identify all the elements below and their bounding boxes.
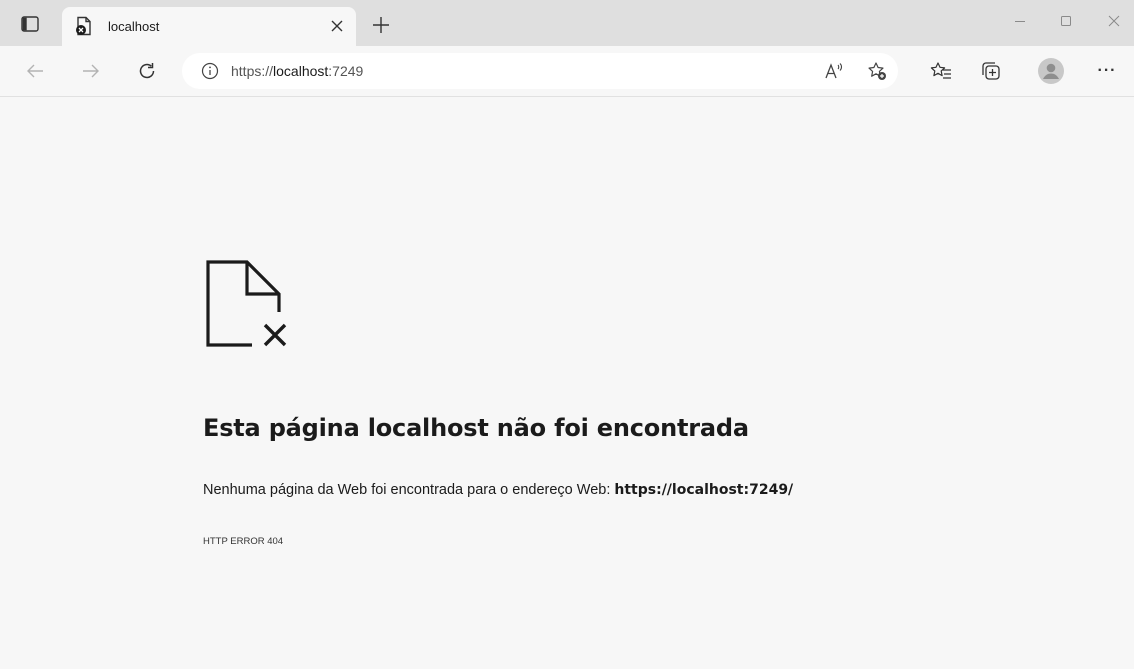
favorites-icon [930, 62, 951, 79]
info-icon [201, 62, 219, 80]
refresh-button[interactable] [132, 56, 162, 86]
page-error-favicon [76, 16, 91, 36]
page-not-found-icon [206, 260, 287, 347]
read-aloud-icon [825, 63, 843, 79]
error-description-prefix: Nenhuma página da Web foi encontrada par… [203, 482, 615, 498]
active-tab[interactable]: localhost [62, 7, 356, 46]
url-text[interactable]: https://localhost:7249 [231, 63, 363, 79]
collections-icon [982, 62, 1000, 80]
minimize-button[interactable] [1000, 6, 1040, 36]
refresh-icon [139, 63, 155, 79]
error-description-url: https://localhost:7249/ [614, 482, 794, 498]
tab-actions-icon [21, 16, 39, 32]
tab-title: localhost [108, 19, 160, 34]
tab-close-button[interactable] [324, 13, 350, 39]
maximize-icon [1061, 16, 1071, 26]
maximize-button[interactable] [1046, 6, 1086, 36]
url-host: localhost [273, 63, 329, 79]
collections-button[interactable] [976, 56, 1006, 86]
error-code: HTTP ERROR 404 [203, 536, 284, 547]
minimize-icon [1015, 21, 1025, 22]
url-port: :7249 [328, 63, 364, 79]
add-favorite-button[interactable] [862, 57, 892, 85]
window-close-button[interactable] [1094, 6, 1134, 36]
new-tab-button[interactable] [366, 10, 396, 40]
forward-button[interactable] [76, 56, 106, 86]
back-button[interactable] [20, 56, 50, 86]
address-bar[interactable]: https://localhost:7249 [182, 53, 898, 89]
plus-icon [373, 17, 389, 33]
add-favorite-icon [868, 62, 886, 80]
window-close-icon [1108, 15, 1120, 27]
tab-strip: localhost [0, 0, 1134, 46]
favorites-button[interactable] [926, 56, 956, 86]
forward-arrow-icon [83, 64, 99, 78]
error-headline: Esta página localhost não foi encontrada [203, 414, 749, 442]
back-arrow-icon [27, 64, 43, 78]
profile-button[interactable] [1036, 56, 1066, 86]
more-menu-button[interactable]: ··· [1092, 56, 1122, 86]
tab-actions-button[interactable] [16, 12, 44, 36]
url-scheme: https:// [231, 63, 274, 79]
profile-avatar-icon [1038, 58, 1064, 84]
read-aloud-button[interactable] [820, 57, 850, 85]
navigation-toolbar: https://localhost:7249 ··· [0, 46, 1134, 97]
close-icon [331, 20, 343, 32]
error-description: Nenhuma página da Web foi encontrada par… [203, 482, 793, 498]
